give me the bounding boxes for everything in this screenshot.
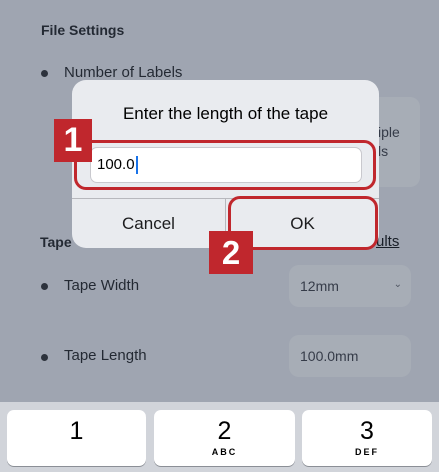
key-number: 2: [217, 417, 232, 445]
screen: File Settings Number of Labels iple ls T…: [0, 0, 439, 472]
numeric-keyboard: 1 2 ABC 3 DEF: [0, 402, 439, 472]
dialog-title: Enter the length of the tape: [122, 104, 329, 123]
key-letters: ABC: [211, 447, 238, 457]
callout-1-highlight: [74, 140, 376, 190]
callout-1-badge: 1: [54, 119, 92, 162]
key-1[interactable]: 1: [7, 410, 146, 466]
cancel-button[interactable]: Cancel: [72, 199, 225, 248]
key-number: 3: [360, 417, 374, 445]
key-3[interactable]: 3 DEF: [302, 410, 432, 466]
callout-2-badge: 2: [209, 231, 253, 274]
key-number: 1: [69, 417, 84, 445]
key-letters: DEF: [355, 447, 379, 457]
key-2[interactable]: 2 ABC: [154, 410, 295, 466]
